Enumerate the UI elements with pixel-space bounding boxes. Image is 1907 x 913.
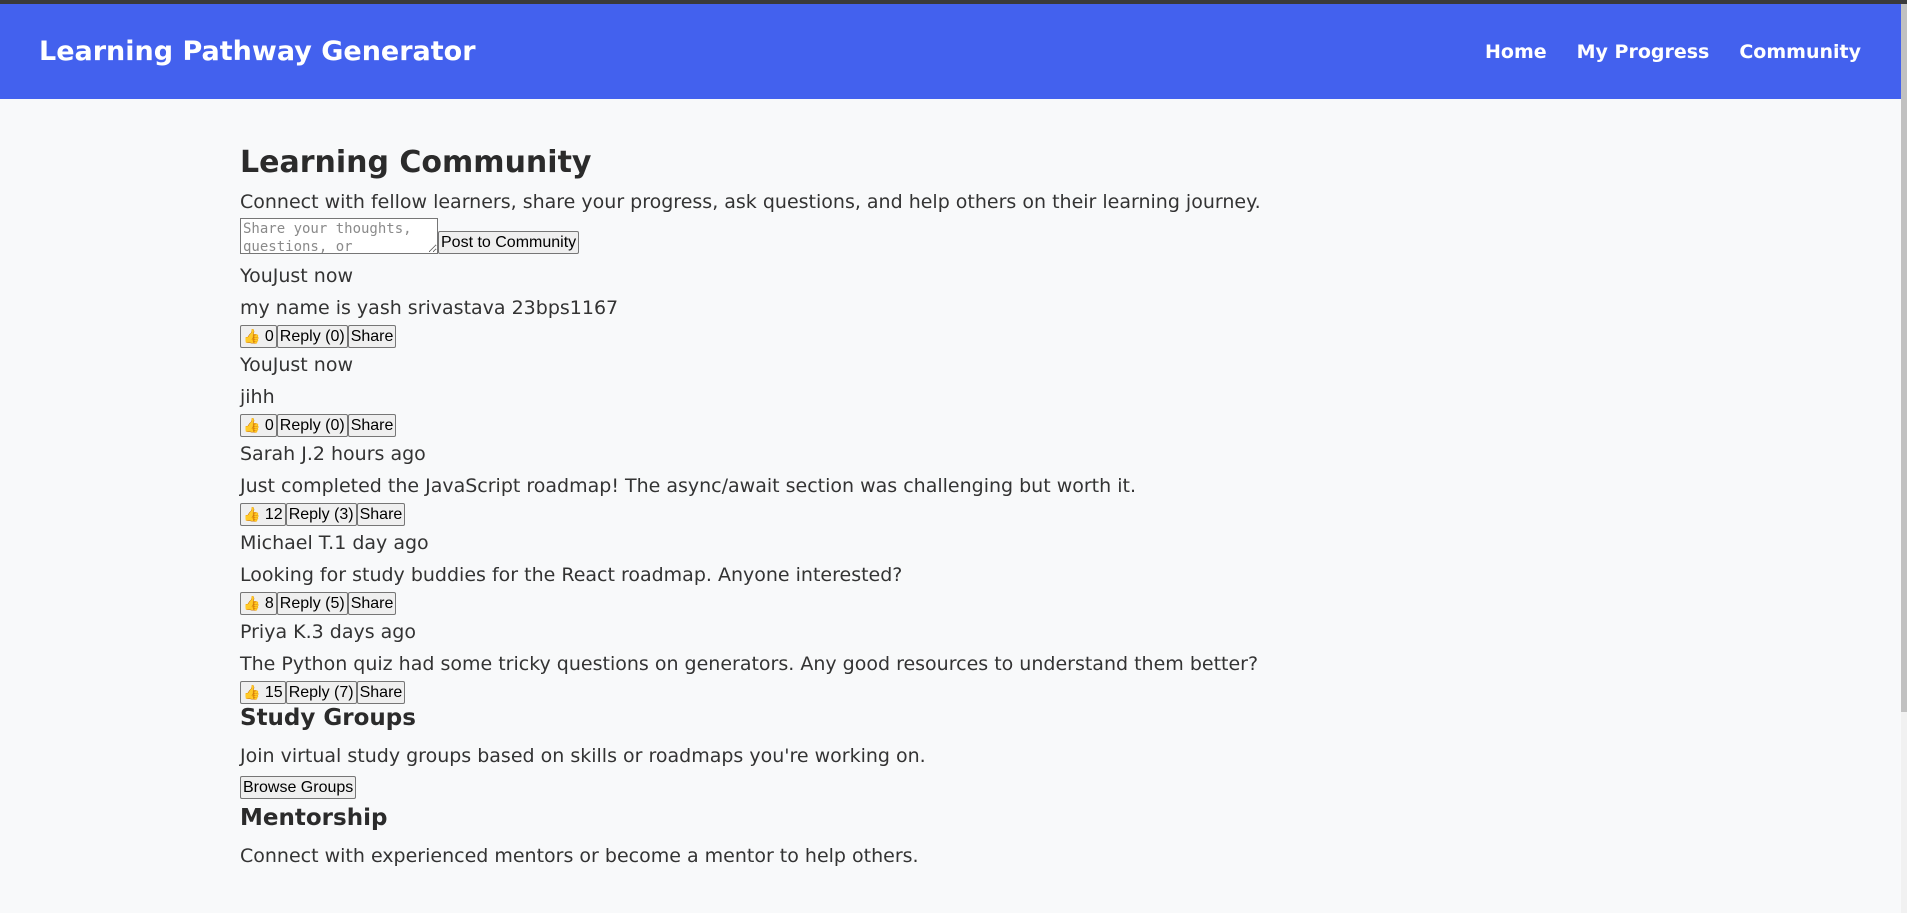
community-page: Learning Community Connect with fellow l… — [240, 145, 1640, 872]
post-button[interactable]: Post to Community — [438, 231, 580, 254]
post-actions: 👍 15 Reply (7) Share — [240, 680, 1640, 705]
like-count: 12 — [264, 506, 283, 523]
post-actions: 👍 12 Reply (3) Share — [240, 502, 1640, 527]
reply-button[interactable]: Reply (0) — [276, 325, 348, 348]
share-button[interactable]: Share — [347, 592, 397, 615]
like-count: 0 — [264, 328, 274, 345]
scrollbar-thumb[interactable] — [1901, 4, 1907, 712]
mentorship-description: Connect with experienced mentors or beco… — [240, 845, 919, 867]
app-title: Learning Pathway Generator — [39, 36, 476, 67]
nav-my-progress[interactable]: My Progress — [1577, 41, 1710, 63]
post-author: You — [240, 354, 273, 376]
list-item: YouJust now my name is yash srivastava 23… — [240, 260, 1640, 349]
share-button[interactable]: Share — [347, 325, 397, 348]
like-button[interactable]: 👍 0 — [240, 325, 277, 348]
share-button[interactable]: Share — [356, 681, 406, 704]
list-item: Sarah J.2 hours ago Just completed the Ja… — [240, 438, 1640, 527]
list-item: Michael T.1 day ago Looking for study bud… — [240, 527, 1640, 616]
page-title: Learning Community — [240, 145, 592, 180]
like-count: 0 — [264, 417, 274, 434]
like-button[interactable]: 👍 15 — [240, 681, 286, 704]
share-button[interactable]: Share — [356, 503, 406, 526]
reply-button[interactable]: Reply (3) — [285, 503, 357, 526]
post-time: 3 days ago — [311, 621, 416, 643]
thumbs-up-icon: 👍 — [243, 684, 261, 700]
browse-groups-button[interactable]: Browse Groups — [240, 776, 357, 799]
nav-home[interactable]: Home — [1485, 41, 1547, 63]
app-header: Learning Pathway Generator Home My Progr… — [0, 4, 1907, 99]
mentorship-section: Mentorship Connect with experienced ment… — [240, 805, 1640, 872]
post-time: 1 day ago — [334, 532, 429, 554]
like-button[interactable]: 👍 0 — [240, 414, 277, 437]
post-meta: Sarah J.2 hours ago — [240, 438, 1640, 470]
post-author: Priya K. — [240, 621, 312, 643]
post-meta: Priya K.3 days ago — [240, 616, 1640, 648]
like-count: 15 — [264, 684, 283, 701]
study-groups-description: Join virtual study groups based on skill… — [240, 745, 926, 767]
main-nav: Home My Progress Community — [1485, 41, 1861, 63]
post-time: Just now — [272, 354, 353, 376]
page-scrollbar[interactable] — [1901, 4, 1907, 913]
post-actions: 👍 8 Reply (5) Share — [240, 591, 1640, 616]
share-button[interactable]: Share — [347, 414, 397, 437]
post-author: You — [240, 265, 273, 287]
thumbs-up-icon: 👍 — [243, 417, 261, 433]
post-actions: 👍 0 Reply (0) Share — [240, 413, 1640, 438]
post-content: my name is yash srivastava 23bps1167 — [240, 297, 619, 319]
like-button[interactable]: 👍 8 — [240, 592, 277, 615]
thumbs-up-icon: 👍 — [243, 595, 261, 611]
study-groups-section: Study Groups Join virtual study groups b… — [240, 705, 1640, 799]
like-button[interactable]: 👍 12 — [240, 503, 286, 526]
thumbs-up-icon: 👍 — [243, 506, 261, 522]
thumbs-up-icon: 👍 — [243, 328, 261, 344]
post-list: YouJust now my name is yash srivastava 23… — [240, 260, 1640, 705]
post-time: 2 hours ago — [312, 443, 426, 465]
post-author: Michael T. — [240, 532, 335, 554]
post-author: Sarah J. — [240, 443, 313, 465]
post-input[interactable] — [240, 218, 438, 254]
community-section: Learning Community Connect with fellow l… — [240, 145, 1640, 705]
community-description: Connect with fellow learners, share your… — [240, 191, 1261, 213]
post-meta: Michael T.1 day ago — [240, 527, 1640, 559]
post-content: Just completed the JavaScript roadmap! T… — [240, 475, 1136, 497]
post-content: jihh — [240, 386, 275, 408]
nav-community[interactable]: Community — [1739, 41, 1861, 63]
like-count: 8 — [264, 595, 274, 612]
post-form: Post to Community — [240, 218, 1640, 254]
post-content: Looking for study buddies for the React … — [240, 564, 903, 586]
list-item: YouJust now jihh 👍 0 Reply (0) Share — [240, 349, 1640, 438]
post-content: The Python quiz had some tricky question… — [240, 653, 1259, 675]
reply-button[interactable]: Reply (0) — [276, 414, 348, 437]
reply-button[interactable]: Reply (7) — [285, 681, 357, 704]
study-groups-heading: Study Groups — [240, 705, 416, 731]
post-actions: 👍 0 Reply (0) Share — [240, 324, 1640, 349]
reply-button[interactable]: Reply (5) — [276, 592, 348, 615]
post-meta: YouJust now — [240, 260, 1640, 292]
list-item: Priya K.3 days ago The Python quiz had so… — [240, 616, 1640, 705]
mentorship-heading: Mentorship — [240, 805, 388, 831]
post-time: Just now — [272, 265, 353, 287]
post-meta: YouJust now — [240, 349, 1640, 381]
